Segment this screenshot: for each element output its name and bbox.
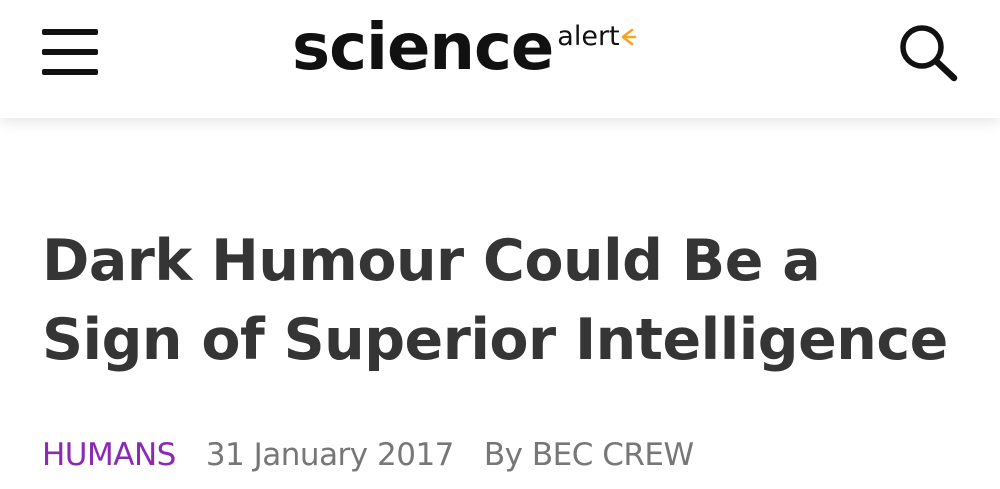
logo-alert-text: alert [557,21,620,52]
byline: By BEC CREW [484,437,694,473]
article-title: Dark Humour Could Be a Sign of Superior … [42,228,948,373]
menu-button[interactable] [42,29,98,75]
article-meta: HUMANS 31 January 2017 By BEC CREW [42,430,694,480]
author-link[interactable]: BEC CREW [532,437,694,473]
hamburger-menu-icon [42,29,98,35]
site-logo[interactable]: science alert [292,8,637,88]
publish-date: 31 January 2017 [205,437,455,473]
logo-science-text: science [292,11,554,85]
search-button[interactable] [896,22,960,82]
byline-prefix: By [483,437,523,473]
category-link[interactable]: HUMANS [42,437,176,473]
search-icon [900,25,958,82]
logo-spark-icon [621,28,637,50]
site-header: science alert [0,0,1000,118]
